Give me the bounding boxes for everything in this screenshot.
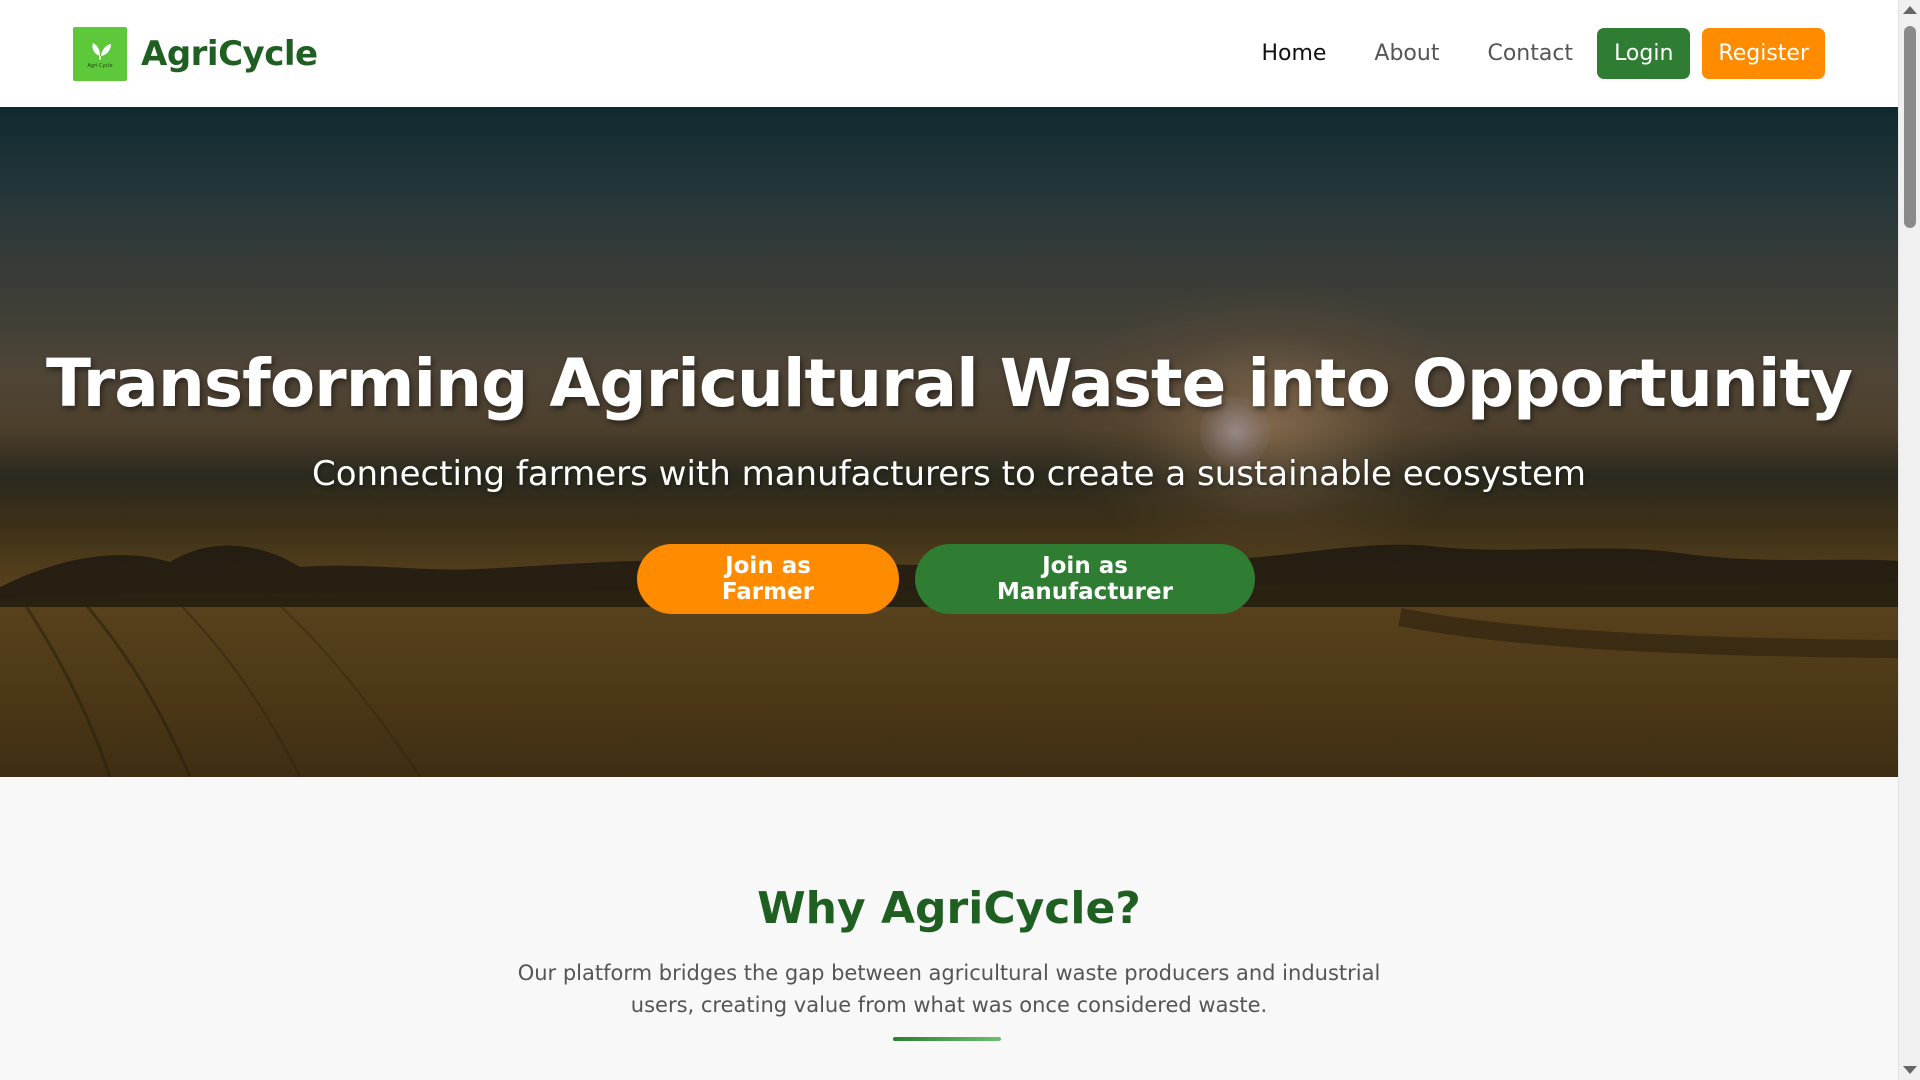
logo-text: Agri Cycle [87, 63, 112, 69]
scroll-thumb[interactable] [1904, 26, 1916, 228]
main-nav: Home About Contact Login Register [1261, 28, 1825, 79]
login-button[interactable]: Login [1597, 28, 1691, 79]
leaf-icon: Agri Cycle [87, 42, 113, 69]
hero-title: Transforming Agricultural Waste into Opp… [45, 345, 1853, 422]
hero-subtitle: Connecting farmers with manufacturers to… [311, 454, 1587, 494]
why-title: Why AgriCycle? [757, 883, 1141, 934]
join-as-farmer-button[interactable]: Join as Farmer [637, 544, 899, 614]
nav-contact[interactable]: Contact [1487, 41, 1573, 66]
nav-about[interactable]: About [1374, 41, 1439, 66]
page: Agri Cycle AgriCycle Home About Contact … [0, 0, 1898, 1080]
section-divider [893, 1037, 1001, 1041]
navbar: Agri Cycle AgriCycle Home About Contact … [0, 0, 1898, 107]
brand[interactable]: Agri Cycle AgriCycle [73, 26, 318, 81]
logo[interactable]: Agri Cycle [73, 26, 127, 81]
brand-name[interactable]: AgriCycle [141, 34, 318, 74]
hero-content: Transforming Agricultural Waste into Opp… [0, 107, 1898, 777]
page-scrollbar[interactable] [1898, 0, 1920, 1080]
why-section: Why AgriCycle? Our platform bridges the … [0, 777, 1898, 1080]
hero-section: Transforming Agricultural Waste into Opp… [0, 107, 1898, 777]
register-button[interactable]: Register [1702, 28, 1825, 79]
join-as-manufacturer-button[interactable]: Join as Manufacturer [915, 544, 1255, 614]
scroll-down-arrow-icon[interactable] [1903, 1066, 1917, 1074]
scroll-up-arrow-icon[interactable] [1903, 6, 1917, 14]
hero-cta-group: Join as Farmer Join as Manufacturer [0, 544, 1898, 614]
why-description: Our platform bridges the gap between agr… [517, 961, 1381, 1017]
nav-home[interactable]: Home [1261, 41, 1326, 66]
